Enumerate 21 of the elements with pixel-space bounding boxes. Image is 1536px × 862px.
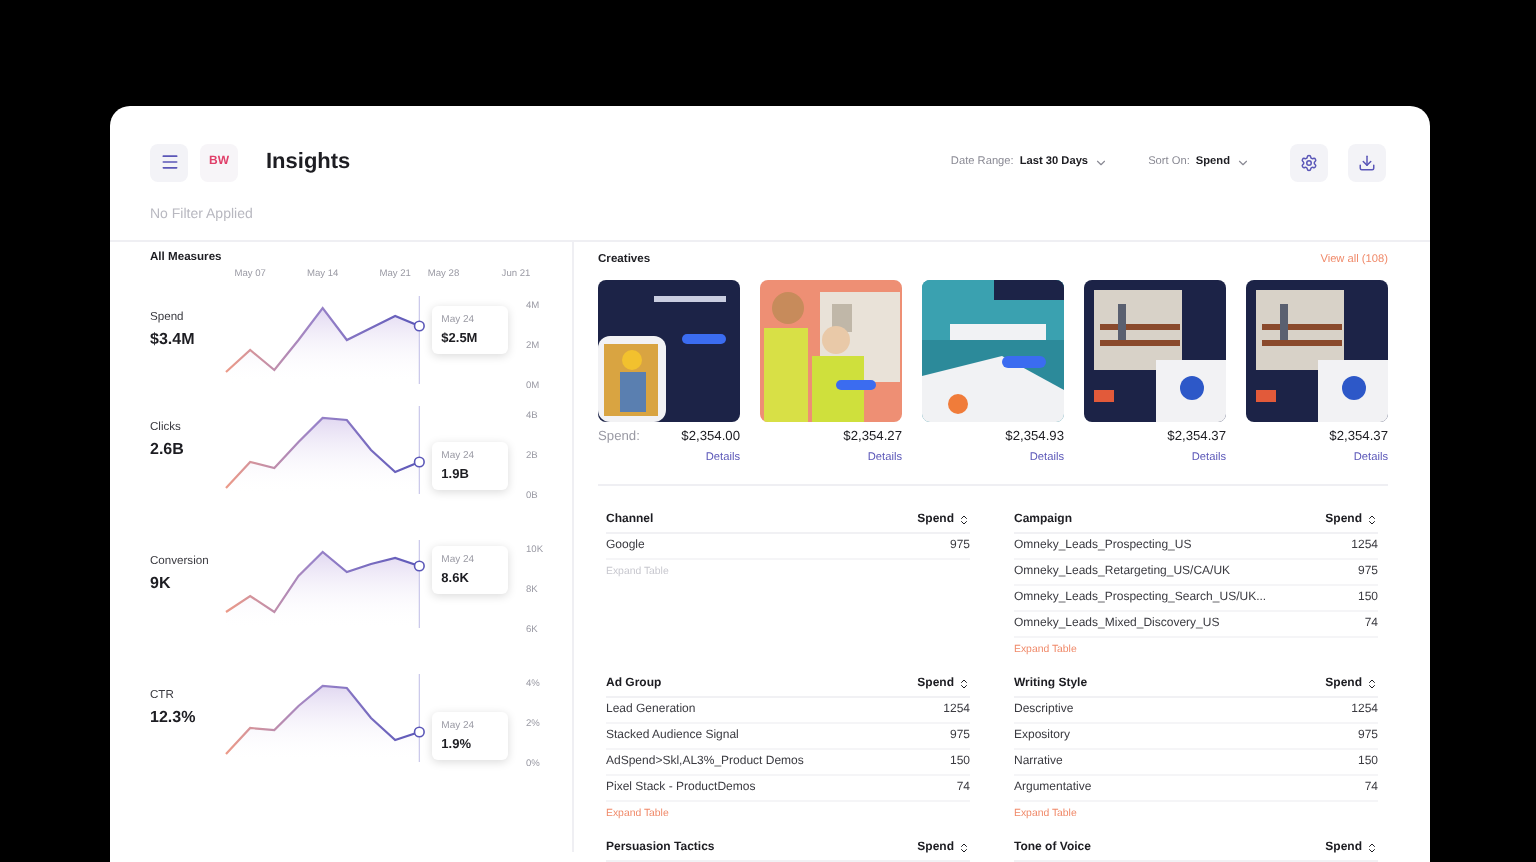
data-point (413, 456, 425, 468)
chevron-icon (1236, 155, 1250, 169)
data-point (413, 726, 425, 738)
menu-icon (159, 152, 179, 172)
data-point (413, 320, 425, 332)
menu-button[interactable] (150, 143, 188, 181)
settings-button[interactable] (1290, 143, 1328, 181)
page-title: Insights (266, 150, 351, 174)
measure-value: 2.6B (150, 440, 186, 458)
download-button[interactable] (1348, 143, 1386, 181)
data-point (413, 560, 425, 572)
download-icon (1358, 153, 1376, 171)
cursor-line (418, 539, 420, 629)
measure-value: 9K (150, 574, 173, 592)
cursor-line (418, 673, 420, 763)
chevron-icon (1094, 155, 1109, 169)
cursor-line (418, 295, 420, 385)
measure-value: 12.3% (150, 708, 198, 726)
cursor-line (418, 405, 420, 495)
settings-icon (1300, 153, 1318, 171)
measure-value: $3.4M (150, 330, 197, 348)
